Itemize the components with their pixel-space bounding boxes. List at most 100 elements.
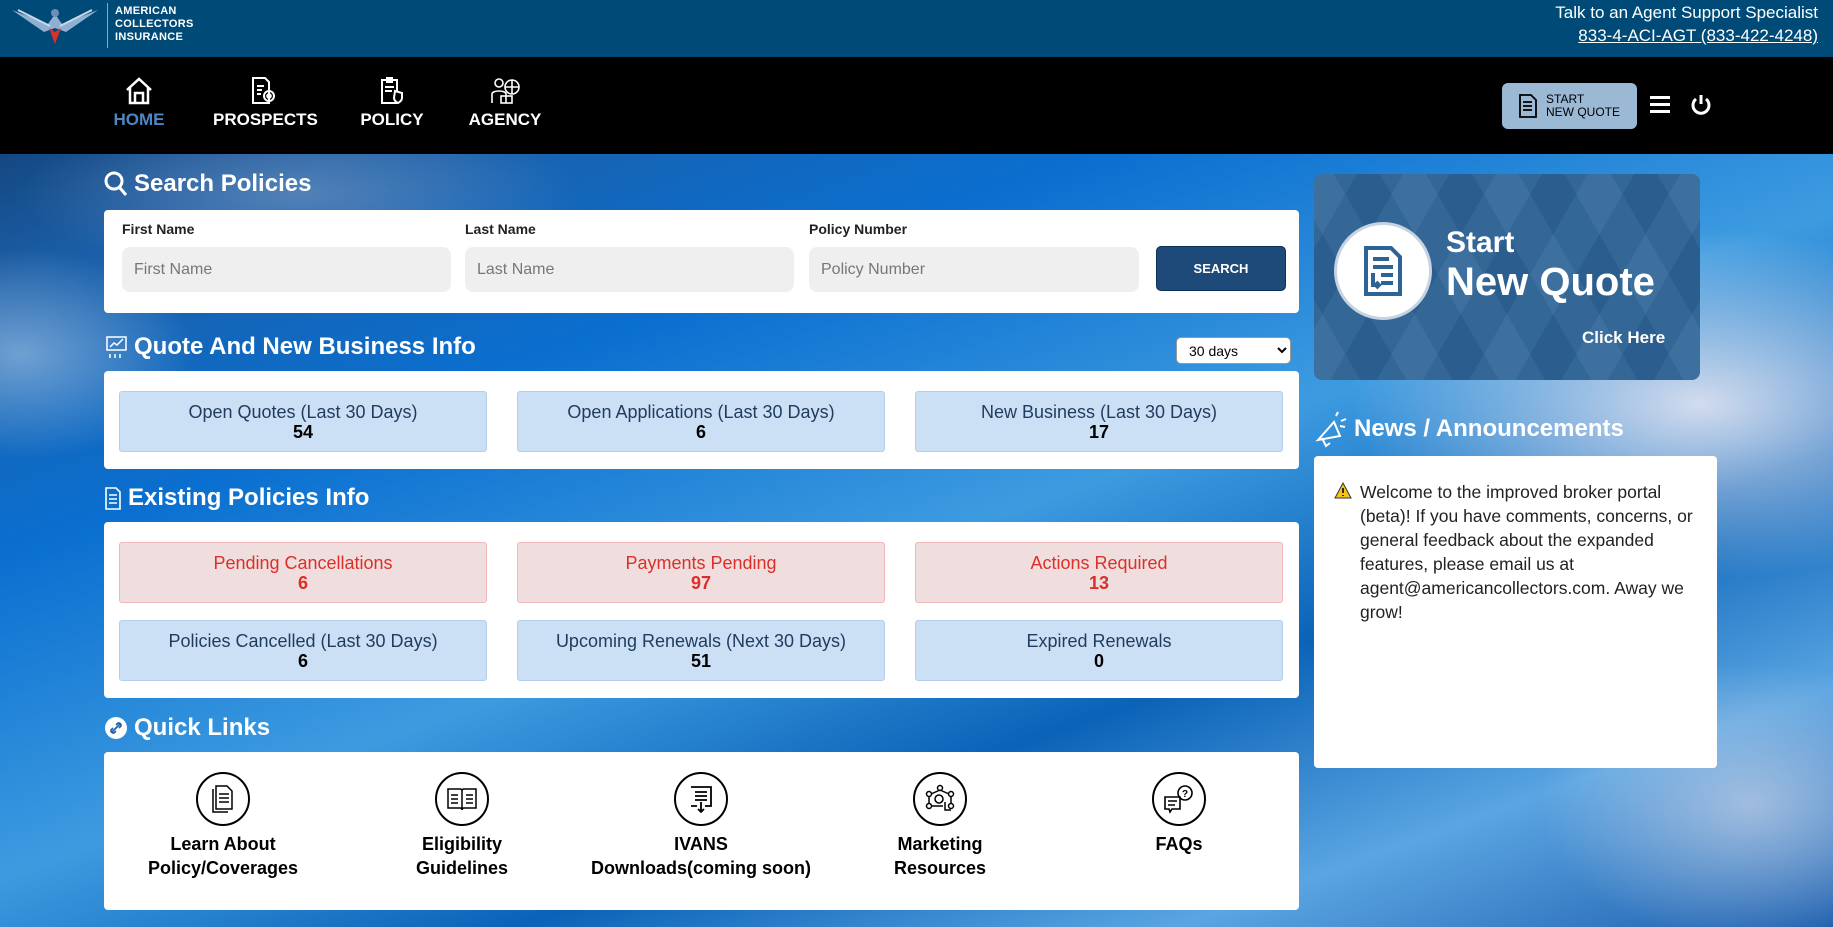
news-section-title: News / Announcements: [1314, 410, 1624, 448]
pending-cancellations-stat[interactable]: Pending Cancellations 6: [119, 542, 487, 603]
support-label: Talk to an Agent Support Specialist: [1555, 3, 1818, 22]
support-phone-link[interactable]: 833-4-ACI-AGT (833-422-4248): [1578, 26, 1818, 45]
stat-label: Payments Pending: [625, 553, 777, 573]
stat-label: Upcoming Renewals (Next 30 Days): [555, 631, 847, 651]
new-business-stat[interactable]: New Business (Last 30 Days) 17: [915, 391, 1283, 452]
quote-card: Open Quotes (Last 30 Days) 54 Open Applic…: [104, 371, 1299, 469]
quicklink-eligibility[interactable]: Eligibility Guidelines: [342, 772, 582, 880]
quicklink-label: Downloads(coming soon): [591, 858, 811, 878]
stat-value: 6: [695, 422, 706, 442]
section-title-text: Quick Links: [134, 714, 271, 741]
start-new-quote-card[interactable]: Start New Quote Click Here: [1314, 174, 1700, 380]
quicklink-learn-about[interactable]: Learn About Policy/Coverages: [103, 772, 343, 880]
quicklink-ivans[interactable]: IVANS Downloads(coming soon): [581, 772, 821, 880]
start-new-quote-button[interactable]: START NEW QUOTE: [1502, 83, 1637, 129]
stat-value: 6: [297, 573, 308, 593]
stat-label: Actions Required: [1030, 553, 1168, 573]
quicklink-label: Learn About: [170, 834, 276, 854]
quicklink-label: Resources: [893, 858, 987, 878]
megaphone-icon: [1315, 411, 1347, 448]
agent-globe-icon: [491, 78, 520, 104]
top-bar: AMERICAN COLLECTORS INSURANCE Talk to an A…: [0, 0, 1833, 57]
hamburger-menu-icon[interactable]: [1650, 95, 1670, 113]
stat-value: 54: [292, 422, 314, 442]
first-name-input[interactable]: [122, 247, 451, 292]
nav-label: HOME: [113, 110, 165, 129]
stat-value: 13: [1088, 573, 1110, 593]
news-box: Welcome to the improved broker portal (b…: [1314, 456, 1717, 768]
section-title-text: News / Announcements: [1354, 415, 1624, 442]
quote-section-title: Quote And New Business Info: [104, 333, 476, 361]
existing-card: Pending Cancellations 6 Payments Pending 9…: [104, 522, 1299, 698]
nav-label: AGENCY: [468, 110, 542, 129]
search-icon: [104, 171, 128, 196]
last-name-input[interactable]: [465, 247, 794, 292]
logo-line: COLLECTORS: [115, 18, 194, 30]
logo-divider: [107, 3, 108, 48]
quicklink-label: Policy/Coverages: [147, 858, 299, 878]
open-quotes-stat[interactable]: Open Quotes (Last 30 Days) 54: [119, 391, 487, 452]
logo-line: INSURANCE: [115, 31, 184, 43]
nav-label: POLICY: [360, 110, 424, 129]
quicklink-label: Guidelines: [415, 858, 509, 878]
nav-policy[interactable]: POLICY: [358, 76, 426, 130]
newquote-line1: Start: [1446, 226, 1515, 259]
stat-label: Open Applications (Last 30 Days): [567, 402, 835, 422]
last-name-label: Last Name: [465, 221, 536, 237]
warning-icon: [1334, 482, 1352, 499]
policy-number-label: Policy Number: [809, 221, 908, 237]
stat-label: New Business (Last 30 Days): [980, 402, 1218, 422]
policies-cancelled-stat[interactable]: Policies Cancelled (Last 30 Days) 6: [119, 620, 487, 681]
stat-label: Policies Cancelled (Last 30 Days): [168, 631, 438, 651]
eagle-logo-icon[interactable]: [12, 4, 98, 51]
policy-number-input[interactable]: [809, 247, 1139, 292]
nav-label: PROSPECTS: [213, 110, 318, 129]
document-gear-icon: [252, 77, 275, 104]
quote-document-icon: [1334, 222, 1432, 320]
stat-value: 17: [1088, 422, 1110, 442]
newquote-line2: New Quote: [1446, 260, 1655, 304]
document-icon: [105, 487, 121, 510]
first-name-label: First Name: [122, 221, 195, 237]
power-logout-icon[interactable]: [1690, 93, 1712, 117]
section-title-text: Quote And New Business Info: [134, 333, 476, 360]
section-title-text: Existing Policies Info: [128, 484, 370, 511]
quicklink-label: Eligibility: [421, 834, 502, 854]
search-button[interactable]: SEARCH: [1156, 246, 1286, 291]
stat-value: 0: [1093, 651, 1104, 671]
start-quote-line: NEW QUOTE: [1546, 105, 1620, 119]
search-section-title: Search Policies: [104, 170, 311, 198]
quicklink-marketing[interactable]: Marketing Resources: [820, 772, 1060, 880]
svg-text:?: ?: [1182, 789, 1188, 800]
upcoming-renewals-stat[interactable]: Upcoming Renewals (Next 30 Days) 51: [517, 620, 885, 681]
actions-required-stat[interactable]: Actions Required 13: [915, 542, 1283, 603]
section-title-text: Search Policies: [134, 170, 312, 197]
nav-prospects[interactable]: PROSPECTS: [213, 76, 318, 130]
click-here-link[interactable]: Click Here: [1582, 328, 1665, 348]
quicklink-label: IVANS: [674, 834, 728, 854]
nav-home[interactable]: HOME: [112, 76, 166, 130]
main-nav: HOME PROSPECTS POLICY AGENCY START NEW QU…: [0, 57, 1833, 154]
stat-label: Expired Renewals: [1026, 631, 1172, 651]
link-icon: [105, 717, 127, 739]
stat-value: 97: [690, 573, 712, 593]
stat-label: Pending Cancellations: [213, 553, 393, 573]
network-icon: [913, 772, 967, 826]
home-icon: [126, 77, 152, 105]
quicklinks-card: Learn About Policy/Coverages Eligibility G…: [104, 752, 1299, 910]
nav-agency[interactable]: AGENCY: [468, 76, 542, 130]
payments-pending-stat[interactable]: Payments Pending 97: [517, 542, 885, 603]
logo-text: AMERICAN COLLECTORS INSURANCE: [115, 5, 194, 44]
quote-document-icon: [1519, 94, 1537, 118]
open-applications-stat[interactable]: Open Applications (Last 30 Days) 6: [517, 391, 885, 452]
news-text: Welcome to the improved broker portal (b…: [1360, 482, 1693, 622]
quicklink-faqs[interactable]: ? FAQs: [1059, 772, 1299, 856]
support-contact: Talk to an Agent Support Specialist 833-…: [1555, 1, 1818, 47]
faq-bubble-icon: ?: [1152, 772, 1206, 826]
stat-label: Open Quotes (Last 30 Days): [188, 402, 418, 422]
date-range-select[interactable]: 30 days: [1176, 337, 1291, 364]
expired-renewals-stat[interactable]: Expired Renewals 0: [915, 620, 1283, 681]
quicklink-label: Marketing: [897, 834, 983, 854]
search-card: First Name Last Name Policy Number SEARC…: [104, 210, 1299, 313]
book-icon: [435, 772, 489, 826]
